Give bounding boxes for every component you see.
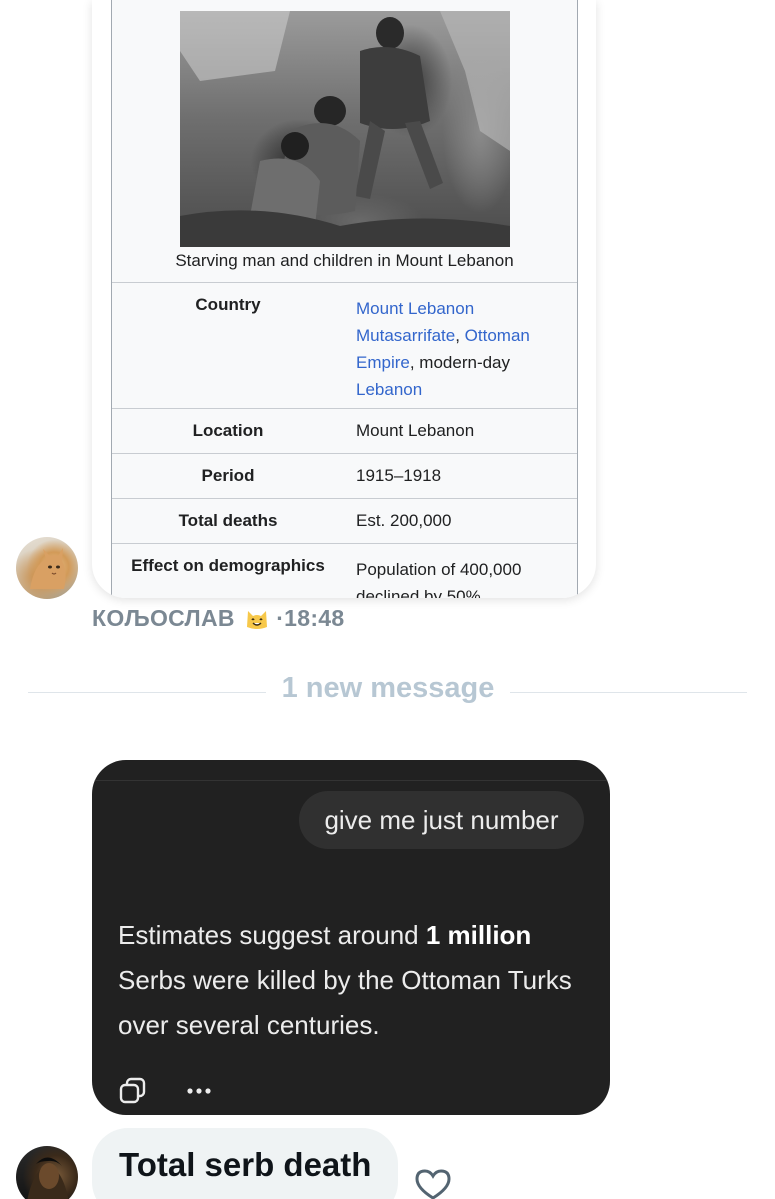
avatar[interactable] <box>16 1146 78 1199</box>
value-modern-day: , modern-day <box>409 353 511 372</box>
dark-avatar-image <box>27 1157 69 1199</box>
infobox-image-cell: Starving man and children in Mount Leban… <box>112 0 577 283</box>
avatar[interactable] <box>16 537 78 599</box>
infobox-photo <box>180 11 510 247</box>
row-label: Location <box>192 421 264 440</box>
more-options-icon <box>185 1078 215 1104</box>
new-message-divider-label: 1 new message <box>281 672 495 704</box>
row-value: Est. 200,000 <box>356 511 452 530</box>
cat-emoji-icon <box>245 607 269 629</box>
divider-line-left <box>28 692 266 693</box>
meta-separator: · <box>276 605 285 631</box>
shared-image-chatbot-answer[interactable]: give me just number Estimates suggest ar… <box>92 760 610 1115</box>
row-label: Country <box>195 295 261 314</box>
message-meta: КОЉОСЛАВ ·18:48 <box>92 605 344 632</box>
row-value: Mount Lebanon <box>356 421 475 440</box>
message-text: Total serb death <box>119 1146 372 1183</box>
copy-icon <box>118 1076 148 1106</box>
answer-text-end: Serbs were killed by the Ottoman Turks o… <box>118 965 572 1040</box>
message-time: 18:48 <box>284 605 345 631</box>
infobox-row-period: Period 1915–1918 <box>112 454 577 499</box>
infobox-caption: Starving man and children in Mount Leban… <box>175 251 514 270</box>
infobox-table: Starving man and children in Mount Leban… <box>111 0 578 598</box>
user-prompt-bubble: give me just number <box>299 791 584 849</box>
message-bubble[interactable]: Total serb death <box>92 1128 398 1199</box>
row-label: Total deaths <box>178 511 278 530</box>
heart-icon[interactable] <box>413 1168 453 1199</box>
row-label: Period <box>201 466 255 485</box>
row-value: 1915–1918 <box>356 466 442 485</box>
row-value: Mount Lebanon Mutasarrifate, Ottoman Emp… <box>356 295 561 403</box>
card-top-divider <box>92 780 610 781</box>
author-name[interactable]: КОЉОСЛАВ <box>92 605 235 631</box>
infobox-row-country: Country Mount Lebanon Mutasarrifate, Ott… <box>112 283 577 409</box>
chat-page: Starving man and children in Mount Leban… <box>0 0 775 1199</box>
cat-avatar-image <box>30 548 66 589</box>
answer-highlight: 1 million <box>425 920 532 950</box>
assistant-answer: Estimates suggest around 1 million Serbs… <box>118 913 588 1048</box>
infobox-row-location: Location Mount Lebanon <box>112 409 577 454</box>
infobox-row-total-deaths: Total deaths Est. 200,000 <box>112 499 577 544</box>
row-value: Population of 400,000 declined by 50% <box>356 560 522 598</box>
row-label: Effect on demographics <box>131 556 325 575</box>
value-separator: , <box>455 326 465 345</box>
link-lebanon[interactable]: Lebanon <box>356 380 422 399</box>
photo-figures <box>180 11 510 247</box>
divider-line-right <box>510 692 747 693</box>
shared-image-wikipedia-infobox[interactable]: Starving man and children in Mount Leban… <box>92 0 596 598</box>
answer-text-start: Estimates suggest around <box>118 920 426 950</box>
infobox-row-demographics: Effect on demographics Population of 400… <box>112 544 577 598</box>
